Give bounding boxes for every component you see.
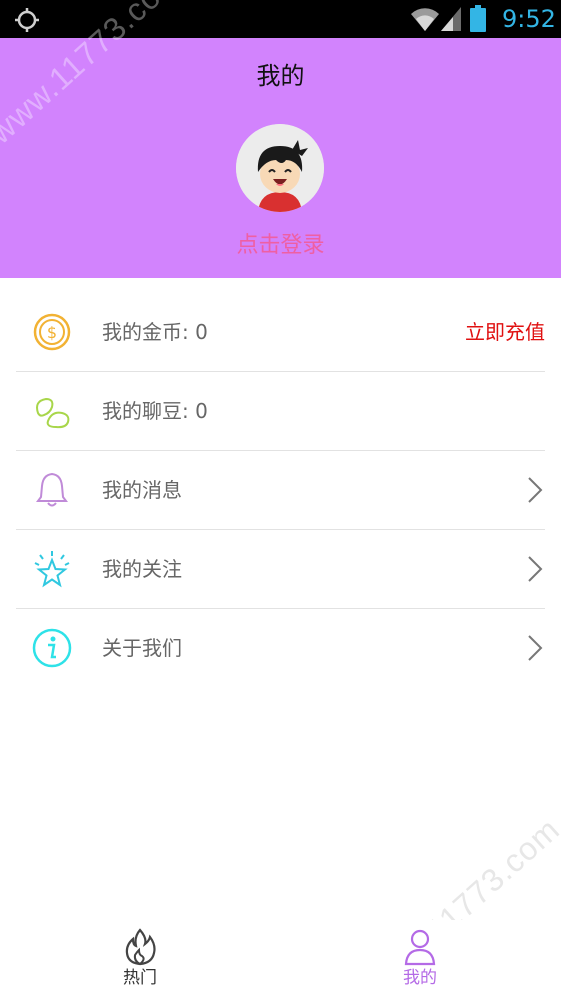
menu-label-beans: 我的聊豆: 0	[102, 399, 208, 423]
signal-icon	[441, 7, 461, 31]
tab-mine[interactable]: 我的	[370, 928, 470, 998]
menu-item-messages[interactable]: 我的消息	[16, 451, 545, 530]
profile-header: 我的 点击登录 www.11773.com	[0, 0, 561, 278]
menu-list: $ 我的金币: 0 立即充值 我的聊豆: 0 我的消息 我的关注 关于我们	[0, 293, 561, 687]
battery-icon	[470, 5, 486, 32]
star-icon	[34, 551, 70, 588]
status-bar: 9:52	[0, 0, 561, 38]
flame-icon	[125, 928, 156, 966]
menu-label-about: 关于我们	[102, 636, 182, 660]
wifi-icon	[411, 8, 439, 31]
menu-item-coins[interactable]: $ 我的金币: 0 立即充值	[16, 293, 545, 372]
svg-text:$: $	[47, 323, 57, 342]
chevron-right-icon	[528, 556, 543, 582]
chevron-right-icon	[528, 477, 543, 503]
gps-icon	[15, 8, 39, 32]
status-time: 9:52	[502, 5, 556, 33]
menu-label-messages: 我的消息	[102, 478, 182, 502]
person-icon	[404, 929, 436, 966]
menu-item-beans[interactable]: 我的聊豆: 0	[16, 372, 545, 451]
avatar[interactable]	[236, 124, 324, 212]
info-icon	[32, 628, 72, 668]
recharge-button[interactable]: 立即充值	[465, 293, 545, 371]
bean-icon	[36, 397, 70, 429]
menu-label-following: 我的关注	[102, 557, 182, 581]
menu-item-following[interactable]: 我的关注	[16, 530, 545, 609]
menu-item-about[interactable]: 关于我们	[16, 609, 545, 687]
bottom-nav: 热门 我的	[0, 920, 561, 999]
menu-label-coins: 我的金币: 0	[102, 320, 208, 344]
login-link[interactable]: 点击登录	[0, 230, 561, 262]
chevron-right-icon	[528, 635, 543, 661]
page-title: 我的	[256, 62, 305, 90]
screen: 9:52 我的 点击登录 www.11773.com $ 我的金币: 0 立即充…	[0, 0, 561, 999]
bell-icon	[36, 472, 68, 507]
avatar-cartoon-icon	[236, 124, 324, 212]
tab-label-mine: 我的	[403, 968, 437, 988]
tab-label-hot: 热门	[123, 968, 157, 988]
coin-icon: $	[33, 313, 71, 351]
tab-hot[interactable]: 热门	[90, 928, 190, 998]
